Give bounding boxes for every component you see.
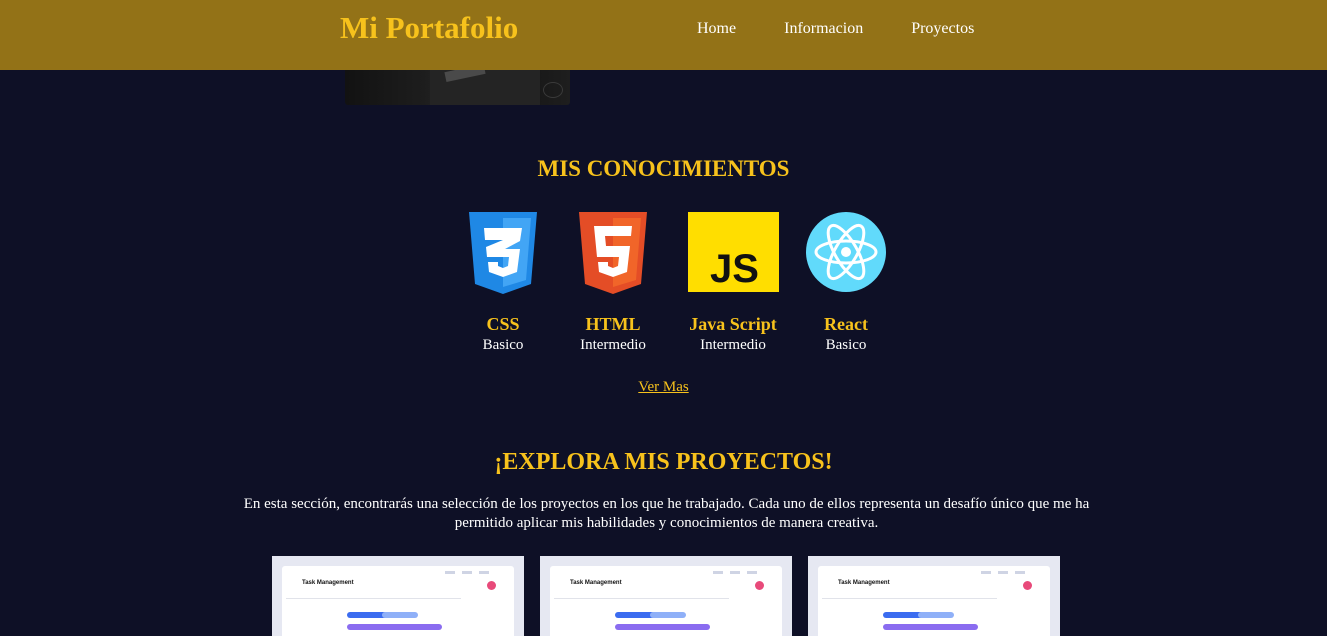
- project-card[interactable]: Task Management: [540, 556, 792, 636]
- projects-grid: Task Management Task Management Task Man…: [272, 556, 1076, 636]
- skill-level: Intermedio: [700, 337, 766, 353]
- brand-title[interactable]: Mi Portafolio: [340, 10, 518, 46]
- css3-icon: [469, 212, 537, 294]
- nav-home-link[interactable]: Home: [697, 20, 736, 38]
- skill-level: Intermedio: [580, 337, 646, 353]
- site-header: Mi Portafolio Home Informacion Proyectos: [0, 0, 1327, 70]
- skill-level: Basico: [482, 337, 524, 353]
- avatar: [1023, 581, 1032, 590]
- project-card[interactable]: Task Management: [808, 556, 1060, 636]
- project-card[interactable]: Task Management: [272, 556, 524, 636]
- skill-javascript: JS Java Script Intermedio: [668, 212, 798, 362]
- skill-css: CSS Basico: [448, 212, 558, 362]
- react-icon: [806, 212, 886, 292]
- nav-informacion-link[interactable]: Informacion: [784, 20, 863, 38]
- svg-text:JS: JS: [710, 247, 759, 291]
- skill-name: Java Script: [689, 314, 777, 334]
- main-nav: Home Informacion Proyectos: [697, 20, 1022, 38]
- javascript-icon: JS: [687, 212, 779, 292]
- ver-mas-link[interactable]: Ver Mas: [638, 379, 688, 395]
- skill-name: HTML: [585, 314, 641, 334]
- skills-list: CSS Basico HTML Intermedio JS Java Scrip…: [448, 212, 894, 362]
- skill-level: Basico: [825, 337, 867, 353]
- ver-mas-container: Ver Mas: [0, 378, 1327, 396]
- skill-html: HTML Intermedio: [558, 212, 668, 362]
- skills-section-title: MIS CONOCIMIENTOS: [537, 156, 790, 181]
- project-card-title: Task Management: [570, 580, 622, 586]
- skill-react: React Basico: [798, 212, 894, 362]
- avatar: [755, 581, 764, 590]
- nav-proyectos-link[interactable]: Proyectos: [911, 20, 974, 38]
- project-card-title: Task Management: [838, 580, 890, 586]
- skill-name: CSS: [486, 314, 520, 334]
- projects-section-title: ¡EXPLORA MIS PROYECTOS!: [494, 449, 833, 475]
- skill-name: React: [824, 314, 868, 334]
- html5-icon: [579, 212, 647, 294]
- projects-intro-text: En esta sección, encontrarás una selecci…: [243, 496, 1090, 531]
- avatar: [487, 581, 496, 590]
- project-card-title: Task Management: [302, 580, 354, 586]
